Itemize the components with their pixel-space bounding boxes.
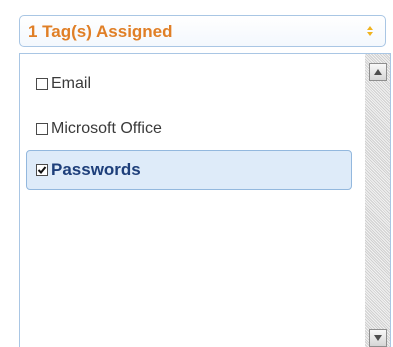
tag-option-microsoft-office[interactable]: Microsoft Office	[26, 109, 352, 149]
tag-option-email[interactable]: Email	[26, 64, 352, 104]
microsoft-office-checkbox[interactable]	[36, 123, 48, 135]
scroll-up-arrow-icon	[374, 69, 382, 75]
tag-dropdown[interactable]: 1 Tag(s) Assigned	[19, 15, 386, 47]
scroll-down-arrow-icon	[374, 335, 382, 341]
tag-dropdown-label: 1 Tag(s) Assigned	[28, 22, 173, 41]
tag-option-label: Microsoft Office	[51, 120, 162, 137]
email-checkbox[interactable]	[36, 78, 48, 90]
scroll-down-button[interactable]	[369, 329, 387, 347]
scroll-up-button[interactable]	[369, 63, 387, 81]
vertical-scrollbar[interactable]	[365, 54, 390, 347]
tag-option-label: Passwords	[51, 160, 141, 179]
passwords-checkbox[interactable]	[36, 164, 48, 176]
tag-picker: 1 Tag(s) Assigned Email Microsoft Office…	[0, 0, 393, 347]
tag-option-passwords[interactable]: Passwords	[26, 150, 352, 190]
updown-arrows-icon	[367, 26, 373, 36]
tag-options-panel: Email Microsoft Office Passwords	[19, 53, 391, 347]
check-mark-icon	[37, 166, 47, 174]
tag-option-label: Email	[51, 75, 92, 92]
